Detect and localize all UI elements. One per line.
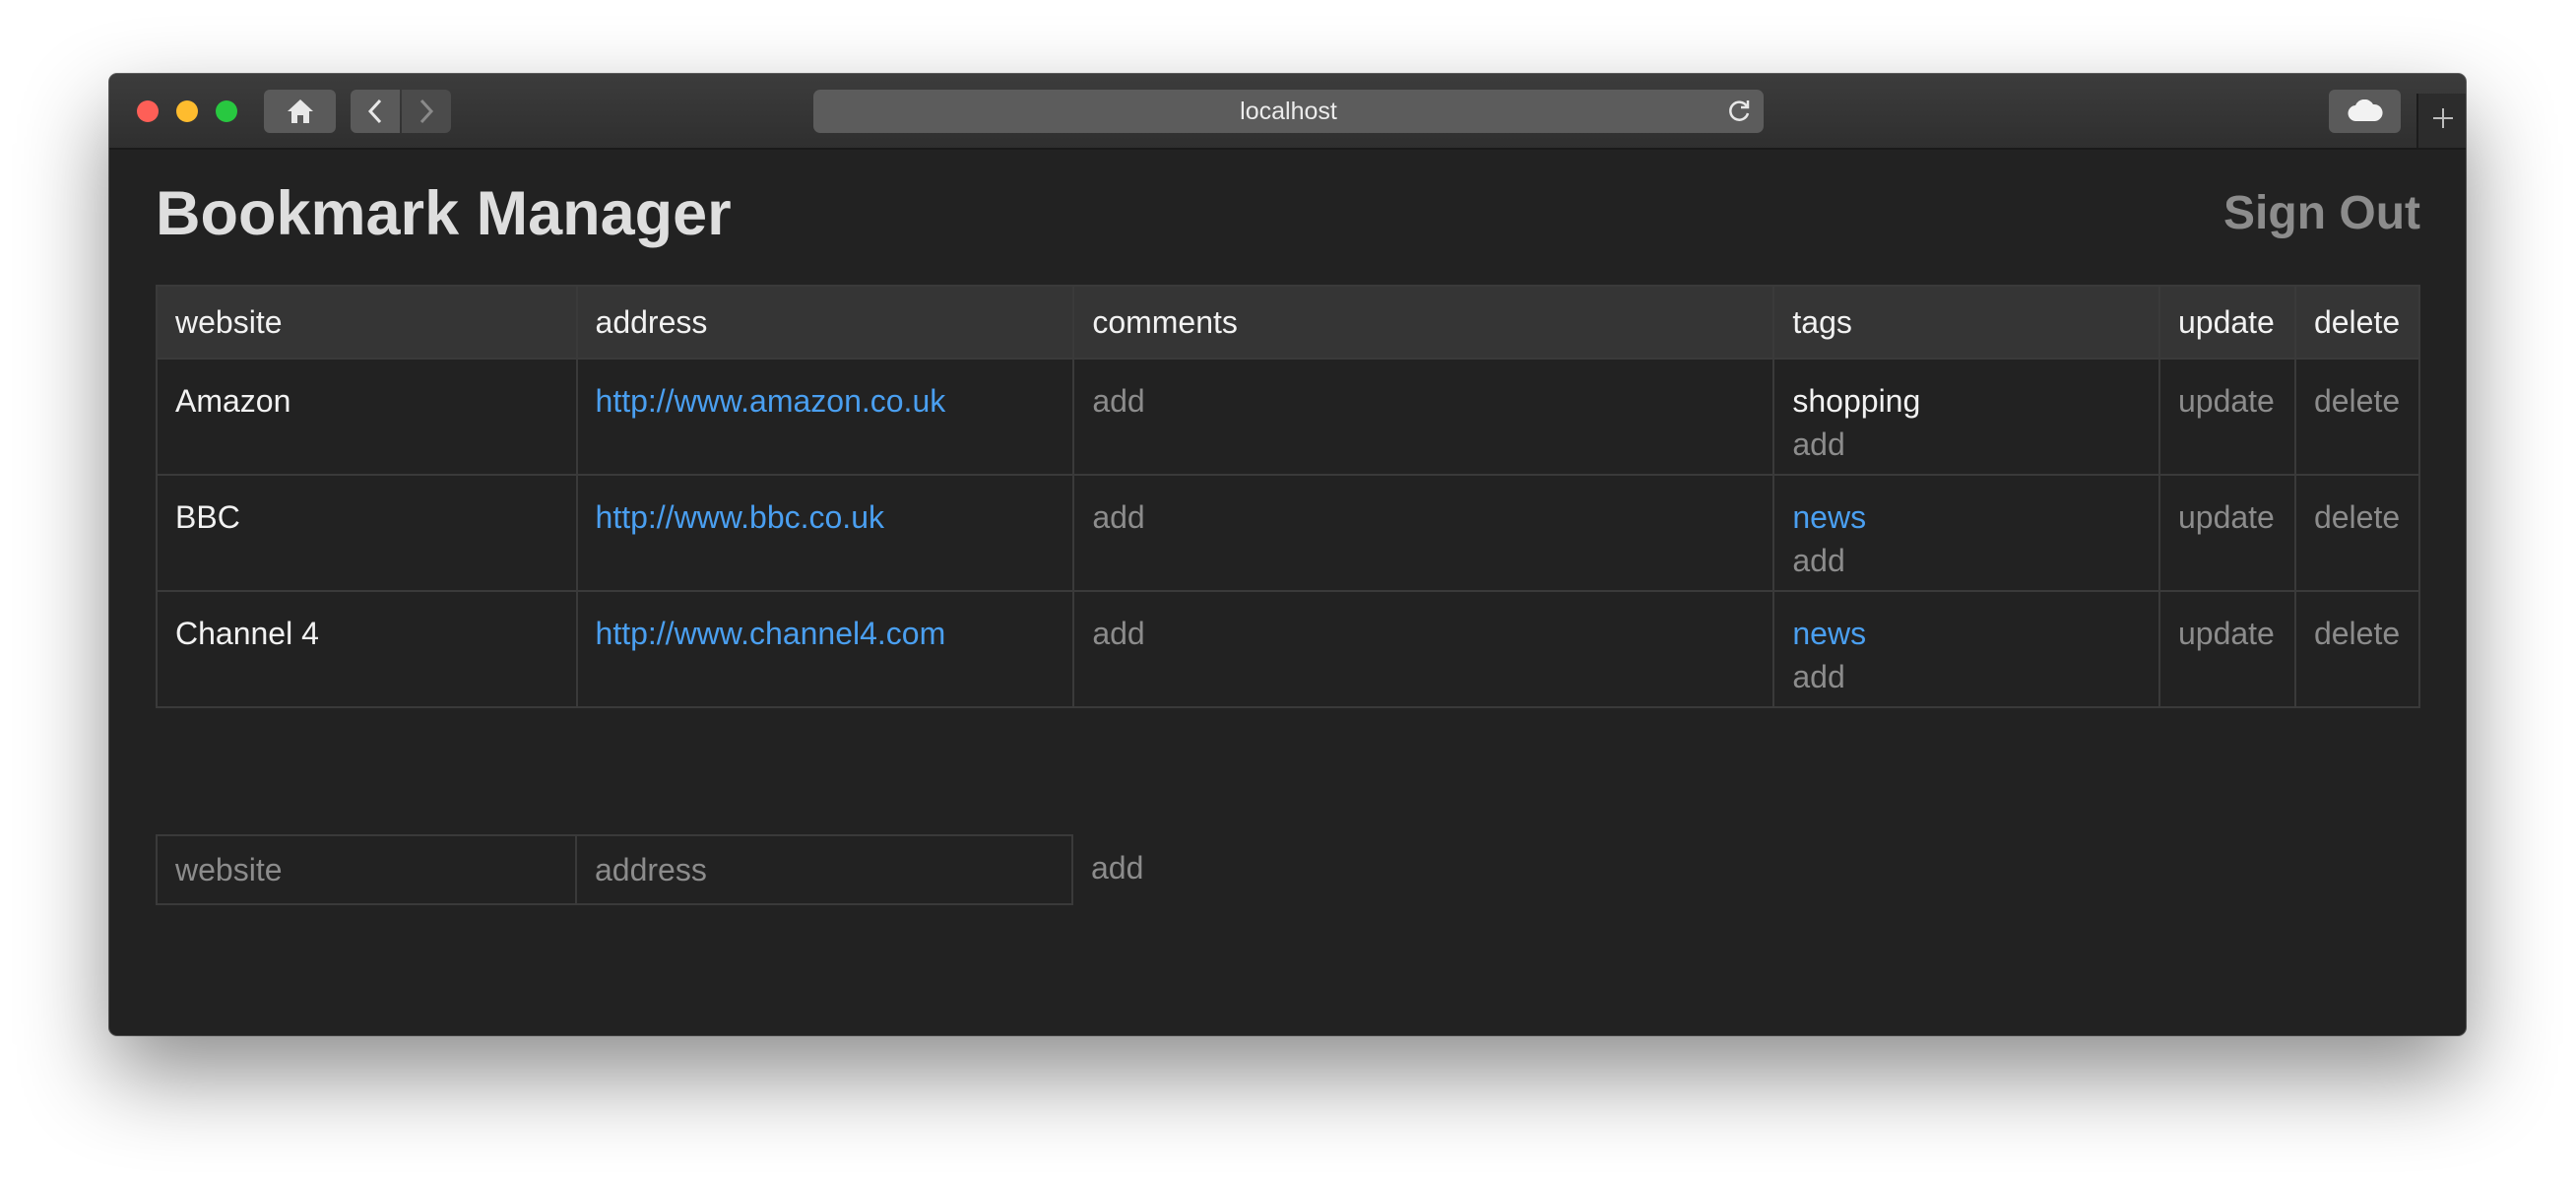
column-header-comments: comments [1072, 285, 1775, 360]
table-row: Amazon http://www.amazon.co.uk add shopp… [156, 358, 2421, 476]
address-link[interactable]: http://www.bbc.co.uk [596, 495, 1056, 539]
comments-cell: add [1072, 590, 1775, 708]
tag-label: shopping [1792, 383, 1921, 419]
website-cell: BBC [156, 474, 578, 592]
browser-toolbar: localhost [109, 74, 2466, 150]
update-cell: update [2157, 590, 2296, 708]
website-name: Amazon [175, 383, 291, 419]
add-tag-link[interactable]: add [1792, 423, 2141, 466]
close-window-button[interactable] [137, 100, 159, 122]
delete-cell: delete [2293, 358, 2421, 476]
delete-cell: delete [2293, 474, 2421, 592]
new-tab-button[interactable] [2416, 94, 2466, 148]
table-header-row: website address comments tags update del… [156, 285, 2421, 360]
new-address-input[interactable] [575, 834, 1073, 905]
chevron-right-icon [419, 98, 434, 124]
update-link[interactable]: update [2178, 495, 2277, 539]
cloud-icon [2347, 99, 2384, 123]
column-header-update: update [2157, 285, 2296, 360]
delete-link[interactable]: delete [2314, 495, 2401, 539]
home-button[interactable] [264, 90, 336, 133]
column-header-delete: delete [2293, 285, 2421, 360]
bookmarks-table: website address comments tags update del… [156, 285, 2421, 708]
tags-cell: shopping add [1772, 358, 2160, 476]
new-website-input[interactable] [156, 834, 577, 905]
home-icon [286, 98, 315, 125]
minimize-window-button[interactable] [176, 100, 198, 122]
table-row: BBC http://www.bbc.co.uk add news add up… [156, 474, 2421, 592]
delete-link[interactable]: delete [2314, 612, 2401, 655]
page-content: Bookmark Manager Sign Out website addres… [109, 150, 2466, 1035]
add-bookmark-button[interactable]: add [1091, 850, 1143, 886]
add-bookmark-form: add [156, 834, 1143, 905]
tags-cell: news add [1772, 474, 2160, 592]
update-cell: update [2157, 358, 2296, 476]
maximize-window-button[interactable] [216, 100, 237, 122]
delete-cell: delete [2293, 590, 2421, 708]
column-header-address: address [575, 285, 1075, 360]
sign-out-link[interactable]: Sign Out [2223, 190, 2420, 237]
update-link[interactable]: update [2178, 612, 2277, 655]
comments-cell: add [1072, 474, 1775, 592]
url-text: localhost [1240, 97, 1337, 125]
reload-icon[interactable] [1726, 98, 1752, 131]
column-header-tags: tags [1772, 285, 2160, 360]
address-cell: http://www.bbc.co.uk [575, 474, 1075, 592]
comments-cell: add [1072, 358, 1775, 476]
add-tag-link[interactable]: add [1792, 539, 2141, 582]
add-comment-link[interactable]: add [1092, 379, 1755, 423]
tag-link[interactable]: news [1792, 495, 2141, 539]
address-link[interactable]: http://www.channel4.com [596, 612, 1056, 655]
address-cell: http://www.amazon.co.uk [575, 358, 1075, 476]
forward-button[interactable] [402, 90, 451, 133]
website-name: Channel 4 [175, 616, 319, 651]
add-comment-link[interactable]: add [1092, 612, 1755, 655]
add-tag-link[interactable]: add [1792, 655, 2141, 698]
icloud-tabs-button[interactable] [2329, 90, 2401, 133]
website-name: BBC [175, 499, 240, 535]
add-comment-link[interactable]: add [1092, 495, 1755, 539]
address-cell: http://www.channel4.com [575, 590, 1075, 708]
back-button[interactable] [351, 90, 400, 133]
update-cell: update [2157, 474, 2296, 592]
address-link[interactable]: http://www.amazon.co.uk [596, 379, 1056, 423]
delete-link[interactable]: delete [2314, 379, 2401, 423]
tags-cell: news add [1772, 590, 2160, 708]
address-bar[interactable]: localhost [813, 90, 1764, 133]
tag-link[interactable]: news [1792, 612, 2141, 655]
browser-window: localhost Bookmark Manager Sign Out webs… [109, 74, 2466, 1035]
plus-icon [2431, 106, 2455, 135]
update-link[interactable]: update [2178, 379, 2277, 423]
column-header-website: website [156, 285, 578, 360]
website-cell: Channel 4 [156, 590, 578, 708]
website-cell: Amazon [156, 358, 578, 476]
table-row: Channel 4 http://www.channel4.com add ne… [156, 590, 2421, 708]
chevron-left-icon [367, 98, 383, 124]
page-title: Bookmark Manager [156, 179, 732, 248]
